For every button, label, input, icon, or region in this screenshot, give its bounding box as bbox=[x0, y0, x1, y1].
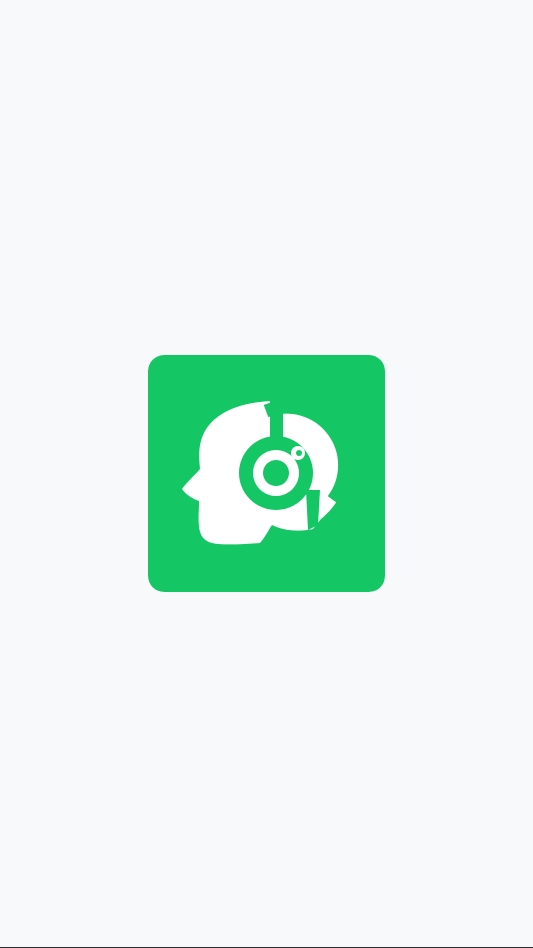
ring-dot-inner bbox=[296, 450, 302, 456]
mic-tail-gap bbox=[306, 490, 320, 530]
head-headset-logo-icon bbox=[148, 355, 385, 592]
splash-screen bbox=[0, 0, 533, 948]
app-logo bbox=[148, 355, 385, 592]
ring-center bbox=[263, 460, 289, 486]
